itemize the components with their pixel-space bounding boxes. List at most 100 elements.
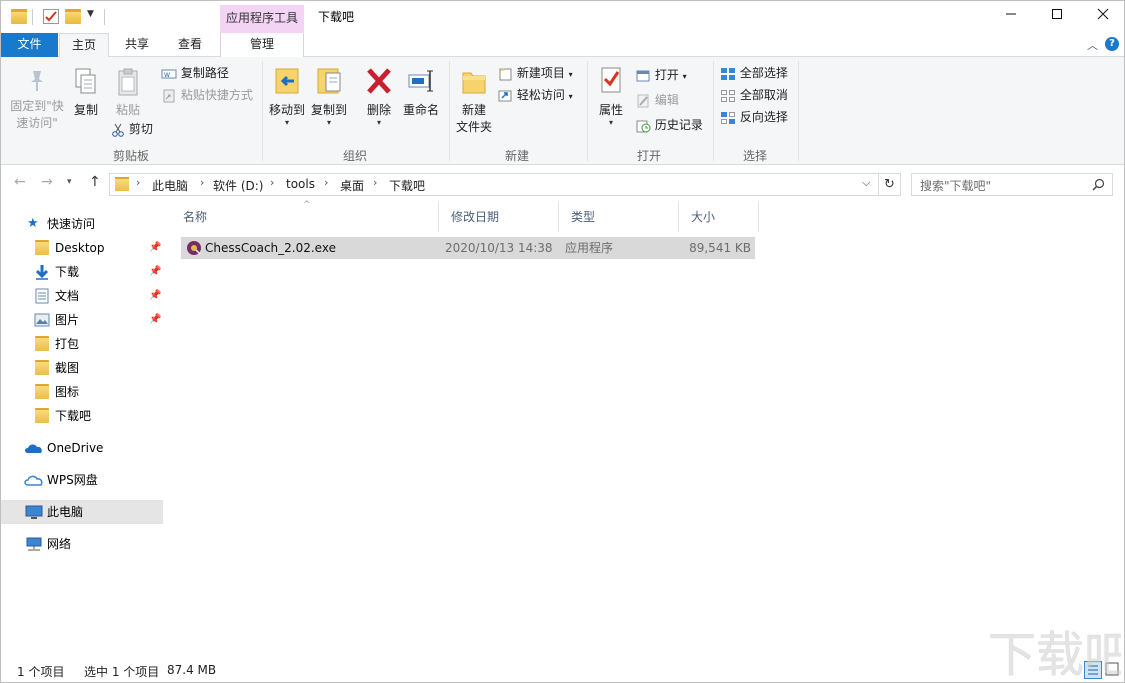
properties-icon[interactable] (43, 9, 59, 24)
group-divider (798, 61, 799, 161)
breadcrumb-separator[interactable]: › (373, 176, 377, 189)
move-to-button[interactable]: 移动到 ▾ (267, 65, 307, 127)
copy-button[interactable]: 复制 (69, 67, 103, 119)
select-none-button[interactable]: 全部取消 (720, 85, 788, 105)
paste-shortcut-button[interactable]: 粘贴快捷方式 (161, 85, 253, 105)
select-all-button[interactable]: 全部选择 (720, 63, 788, 83)
nav-wps-label: WPS网盘 (47, 473, 98, 487)
address-bar[interactable]: › 此电脑 › 软件 (D:) › tools › 桌面 › 下载吧 ⌵ (109, 173, 879, 196)
paste-button[interactable]: 粘贴 (111, 67, 145, 119)
tab-manage[interactable]: 管理 (220, 33, 304, 57)
pictures-icon (34, 313, 50, 327)
pin-icon (31, 71, 43, 91)
navigation-pane: ★ 快速访问 Desktop 📌 下载 📌 文档 📌 图片 📌 打包 截图 图标… (1, 202, 171, 657)
up-arrow-icon[interactable]: ↑ (89, 174, 101, 190)
history-button[interactable]: 历史记录 (635, 115, 703, 135)
invert-selection-label: 反向选择 (739, 110, 788, 124)
breadcrumb-this-pc[interactable]: 此电脑 (152, 177, 188, 194)
copy-path-icon: W (161, 69, 177, 79)
file-name: ChessCoach_2.02.exe (205, 241, 336, 255)
nav-item-downloads[interactable]: 下载 📌 (1, 260, 163, 284)
breadcrumb-separator[interactable]: › (270, 176, 274, 189)
column-header-size[interactable]: 大小 (679, 202, 759, 232)
select-group-label: 选择 (742, 149, 767, 163)
rename-button[interactable]: 重命名 (401, 65, 441, 119)
nav-item-label: 下载吧 (55, 409, 92, 423)
wps-cloud-icon (24, 475, 43, 486)
breadcrumb-separator[interactable]: › (200, 176, 204, 189)
nav-item-label: 下载 (55, 265, 80, 279)
nav-item-desktop[interactable]: Desktop 📌 (1, 236, 163, 260)
properties-label: 属性 (598, 103, 623, 117)
nav-item-documents[interactable]: 文档 📌 (1, 284, 163, 308)
new-item-button[interactable]: 新建项目 ▾ (497, 63, 573, 83)
copy-to-button[interactable]: 复制到 ▾ (309, 65, 349, 127)
breadcrumb-desktop[interactable]: 桌面 (340, 177, 364, 194)
nav-item-pack[interactable]: 打包 (1, 332, 163, 356)
recent-locations-icon[interactable]: ▾ (67, 177, 72, 187)
cut-button[interactable]: 剪切 (111, 119, 153, 139)
explorer-window: ▼ 应用程序工具 下载吧 文件 主页 共享 查看 管理 ︿ ? 固定到"快速访问… (0, 0, 1125, 683)
group-divider (587, 61, 588, 161)
nav-onedrive[interactable]: OneDrive (1, 436, 163, 460)
address-dropdown-icon[interactable]: ⌵ (862, 176, 870, 190)
nav-wps[interactable]: WPS网盘 (1, 468, 163, 492)
nav-network[interactable]: 网络 (1, 532, 163, 556)
folder-icon (35, 384, 49, 399)
tab-share[interactable]: 共享 (113, 33, 161, 57)
nav-this-pc[interactable]: 此电脑 (1, 500, 163, 524)
status-selected-count: 选中 1 个项目 (84, 665, 160, 679)
history-icon (636, 120, 651, 132)
delete-button[interactable]: 删除 ▾ (363, 65, 395, 127)
folder-icon (35, 408, 49, 423)
new-folder-button[interactable]: 新建 文件夹 (453, 65, 495, 136)
nav-quick-access[interactable]: ★ 快速访问 (1, 212, 163, 236)
divider (32, 9, 33, 25)
organize-group-label: 组织 (342, 149, 367, 163)
invert-selection-button[interactable]: 反向选择 (720, 107, 788, 127)
breadcrumb-tools[interactable]: tools (286, 177, 315, 191)
paste-shortcut-icon (163, 89, 175, 102)
file-type: 应用程序 (565, 241, 614, 255)
easy-access-icon (498, 90, 512, 101)
easy-access-button[interactable]: 轻松访问 ▾ (497, 85, 573, 105)
group-divider (449, 61, 450, 161)
minimize-button[interactable] (988, 1, 1034, 31)
collapse-ribbon-icon[interactable]: ︿ (1087, 37, 1098, 53)
refresh-icon[interactable]: ↻ (879, 173, 901, 196)
help-icon[interactable]: ? (1105, 37, 1119, 51)
forward-arrow-icon[interactable]: → (41, 174, 53, 190)
new-group-label: 新建 (504, 149, 529, 163)
breadcrumb-current[interactable]: 下载吧 (389, 177, 425, 194)
maximize-button[interactable] (1034, 1, 1080, 31)
customize-toolbar-icon[interactable]: ▼ (87, 9, 94, 19)
column-header-type[interactable]: 类型 (559, 202, 679, 232)
tab-file[interactable]: 文件 (1, 33, 58, 57)
open-button[interactable]: 打开 ▾ (635, 65, 687, 85)
chess-app-icon (187, 241, 201, 255)
breadcrumb-drive[interactable]: 软件 (D:) (213, 177, 263, 194)
breadcrumb-separator[interactable]: › (136, 176, 140, 189)
new-folder-icon[interactable] (65, 9, 81, 24)
file-list: ^ 名称 修改日期 类型 大小 ChessCoach_2.02.exe 2020… (171, 200, 1124, 657)
tab-home[interactable]: 主页 (59, 33, 109, 58)
copy-path-button[interactable]: W 复制路径 (161, 63, 229, 83)
pin-quick-access-button[interactable]: 固定到"快速访问" (7, 67, 67, 132)
watermark-logo: 下载吧 (988, 627, 1121, 681)
nav-item-pictures[interactable]: 图片 📌 (1, 308, 163, 332)
breadcrumb-separator[interactable]: › (324, 176, 328, 189)
nav-item-xiazaiba[interactable]: 下载吧 (1, 404, 163, 428)
close-button[interactable] (1080, 1, 1124, 31)
search-input[interactable]: 搜索"下载吧" (911, 173, 1113, 196)
tab-view[interactable]: 查看 (165, 33, 215, 57)
edit-button[interactable]: 编辑 (635, 90, 679, 110)
column-header-date[interactable]: 修改日期 (439, 202, 559, 232)
copy-to-label: 复制到 (310, 103, 347, 117)
properties-button[interactable]: 属性 ▾ (595, 65, 627, 127)
nav-item-screenshots[interactable]: 截图 (1, 356, 163, 380)
table-row[interactable]: ChessCoach_2.02.exe 2020/10/13 14:38 应用程… (181, 237, 755, 259)
column-header-name[interactable]: 名称 (171, 202, 439, 232)
status-bar: 1 个项目 选中 1 个项目 87.4 MB (1, 657, 1124, 682)
nav-item-icons[interactable]: 图标 (1, 380, 163, 404)
back-arrow-icon[interactable]: ← (14, 174, 26, 190)
